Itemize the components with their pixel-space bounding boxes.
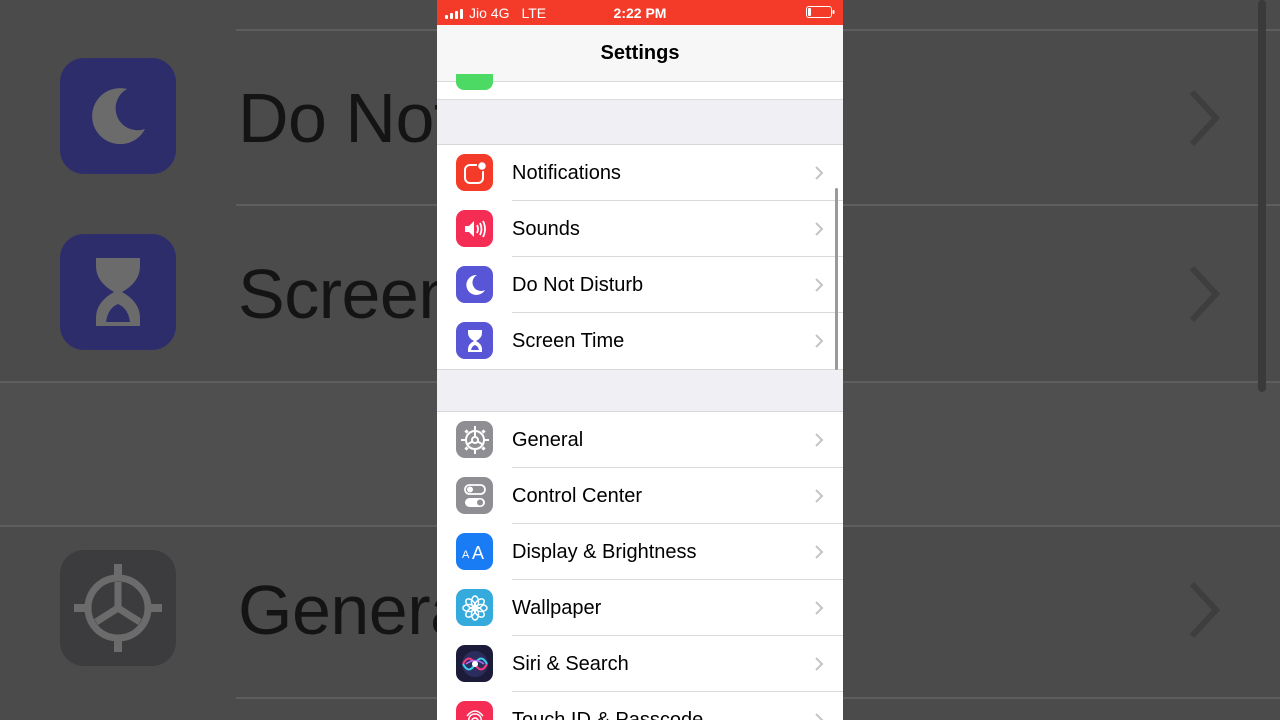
settings-item-general[interactable]: General (437, 412, 843, 468)
chevron-right-icon (815, 278, 824, 292)
settings-item-display-brightness[interactable]: AA Display & Brightness (437, 524, 843, 580)
hourglass-icon (456, 322, 493, 359)
settings-item-screen-time[interactable]: Screen Time (437, 313, 843, 369)
scroll-indicator[interactable] (835, 188, 838, 370)
svg-text:A: A (472, 543, 484, 562)
settings-item-wallpaper[interactable]: Wallpaper (437, 580, 843, 636)
page-title: Settings (600, 42, 680, 64)
text-size-icon: AA (456, 533, 493, 570)
settings-item-notifications[interactable]: Notifications (437, 145, 843, 201)
settings-item-label: Touch ID & Passcode (512, 709, 704, 720)
chevron-right-icon (815, 713, 824, 720)
bg-hourglass-icon (60, 234, 176, 350)
moon-icon (456, 266, 493, 303)
settings-item-sounds[interactable]: Sounds (437, 201, 843, 257)
bg-label: Genera (238, 571, 469, 649)
settings-item-label: Screen Time (512, 330, 625, 352)
flower-icon (456, 589, 493, 626)
bg-chevron-icon (1189, 89, 1221, 147)
notifications-icon (456, 154, 493, 191)
gear-icon (456, 421, 493, 458)
chevron-right-icon (815, 657, 824, 671)
settings-item-touch-id-passcode[interactable]: Touch ID & Passcode (437, 692, 843, 720)
chevron-right-icon (815, 433, 824, 447)
settings-item-label: Siri & Search (512, 653, 629, 675)
settings-item-label: Display & Brightness (512, 541, 697, 563)
settings-item-control-center[interactable]: Control Center (437, 468, 843, 524)
settings-item-label: Wallpaper (512, 597, 602, 619)
navigation-bar: Settings (437, 25, 843, 82)
settings-item-label: Notifications (512, 162, 621, 184)
settings-group-1: Notifications Sounds Do Not Disturb Scre… (437, 144, 843, 370)
partial-app-icon (456, 74, 493, 90)
svg-text:A: A (462, 549, 470, 561)
settings-item-siri-search[interactable]: Siri & Search (437, 636, 843, 692)
settings-item-label: Do Not Disturb (512, 274, 644, 296)
battery-icon (806, 6, 835, 18)
bg-chevron-icon (1189, 265, 1221, 323)
bg-gear-icon (60, 550, 176, 666)
settings-item-label: General (512, 429, 584, 451)
siri-icon (456, 645, 493, 682)
chevron-right-icon (815, 601, 824, 615)
toggles-icon (456, 477, 493, 514)
chevron-right-icon (815, 166, 824, 180)
bg-label: Screen (238, 255, 457, 333)
settings-item-do-not-disturb[interactable]: Do Not Disturb (437, 257, 843, 313)
chevron-right-icon (815, 222, 824, 236)
list-item-partial[interactable] (437, 74, 843, 100)
bg-moon-icon (60, 58, 176, 174)
bg-chevron-icon (1189, 581, 1221, 639)
settings-item-label: Control Center (512, 485, 643, 507)
status-bar: Jio 4G LTE 2:22 PM (437, 0, 843, 25)
status-time: 2:22 PM (613, 5, 667, 21)
bg-scroll-indicator (1258, 0, 1266, 392)
settings-item-label: Sounds (512, 218, 580, 240)
speaker-icon (456, 210, 493, 247)
chevron-right-icon (815, 545, 824, 559)
chevron-right-icon (815, 489, 824, 503)
settings-group-2: General Control Center AA Display & Brig… (437, 411, 843, 720)
phone-screen: Jio 4G LTE 2:22 PM Settings Notification… (437, 0, 843, 720)
fingerprint-icon (456, 701, 493, 720)
chevron-right-icon (815, 334, 824, 348)
bg-label: Do Not (238, 79, 453, 157)
